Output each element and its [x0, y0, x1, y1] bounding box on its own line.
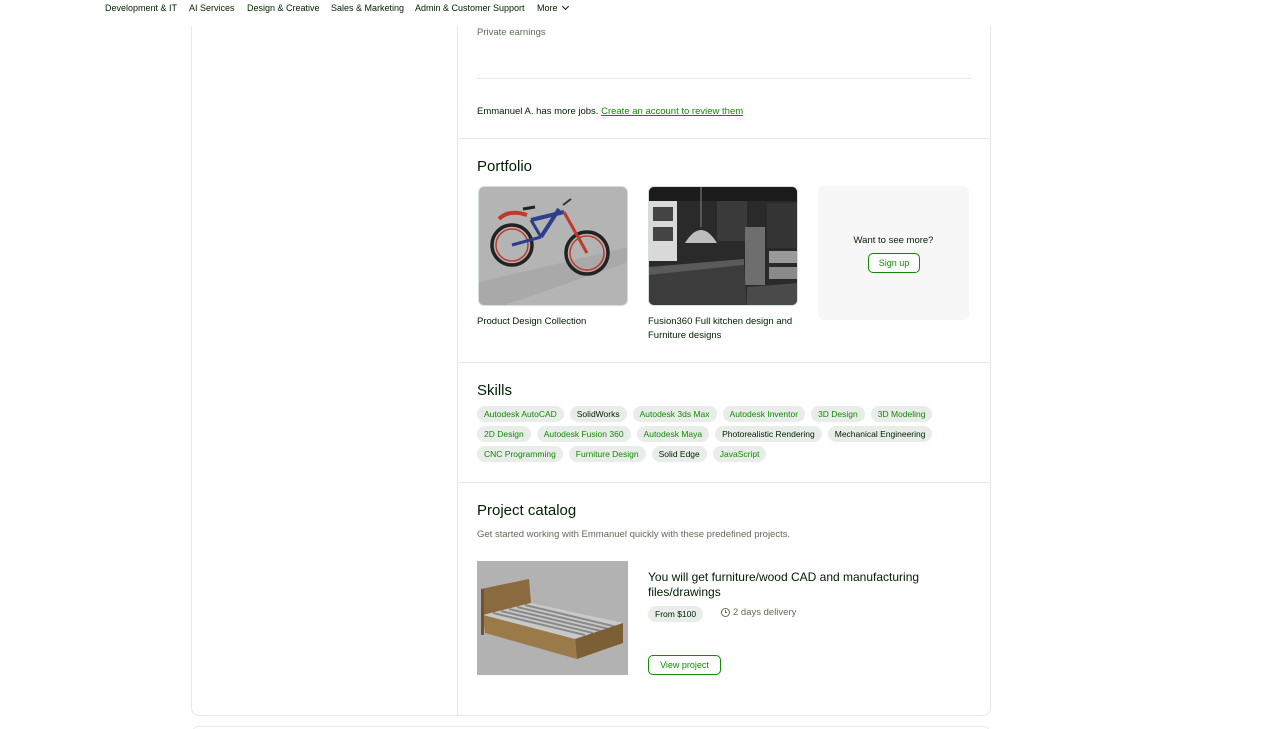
signup-button[interactable]: Sign up [868, 253, 920, 273]
portfolio-title[interactable]: Product Design Collection [477, 315, 627, 329]
delivery-label: 2 days delivery [733, 607, 797, 618]
skill-chip[interactable]: CNC Programming [477, 446, 563, 462]
skill-chip[interactable]: 3D Modeling [870, 406, 933, 422]
skill-chip[interactable]: 2D Design [477, 426, 531, 442]
skill-chip[interactable]: Mechanical Engineering [827, 426, 933, 442]
kitchen-render-image [649, 187, 797, 305]
portfolio-heading: Portfolio [477, 158, 533, 175]
portfolio-title[interactable]: Fusion360 Full kitchen design and Furnit… [648, 315, 798, 343]
clock-icon [721, 608, 730, 617]
skill-chip[interactable]: Furniture Design [568, 446, 646, 462]
chevron-down-icon [561, 2, 569, 11]
skill-chip[interactable]: JavaScript [712, 446, 767, 462]
project-catalog-subtitle: Get started working with Emmanuel quickl… [477, 529, 791, 540]
sidebar-divider [457, 26, 458, 715]
skills-heading: Skills [477, 382, 513, 399]
portfolio-thumbnail-kitchen[interactable] [648, 186, 798, 306]
divider [477, 78, 971, 79]
nav-more-menu[interactable]: More [537, 2, 569, 13]
skill-chip[interactable]: SolidWorks [569, 406, 627, 422]
nav-item-ai-services[interactable]: AI Services [189, 3, 235, 13]
private-earnings-label: Private earnings [477, 27, 546, 38]
section-divider [458, 482, 990, 483]
skill-chip[interactable]: Autodesk AutoCAD [477, 406, 564, 422]
skill-chip[interactable]: Solid Edge [651, 446, 707, 462]
project-thumbnail[interactable] [477, 561, 628, 675]
nav-item-sales-marketing[interactable]: Sales & Marketing [331, 3, 404, 13]
section-divider [458, 362, 990, 363]
bed-render-image [477, 561, 628, 675]
see-more-text: Want to see more? [853, 235, 934, 246]
skill-chip[interactable]: Autodesk Inventor [722, 406, 806, 422]
section-divider [458, 138, 990, 139]
project-title[interactable]: You will get furniture/wood CAD and manu… [648, 570, 968, 600]
nav-more-label: More [537, 3, 558, 13]
skill-chip[interactable]: Autodesk Fusion 360 [536, 426, 631, 442]
price-badge: From $100 [648, 606, 704, 622]
view-project-button[interactable]: View project [648, 655, 721, 675]
skill-chip[interactable]: 3D Design [811, 406, 865, 422]
more-jobs-notice: Emmanuel A. has more jobs. Create an acc… [477, 106, 743, 117]
nav-item-admin-support[interactable]: Admin & Customer Support [415, 3, 525, 13]
bicycle-render-image [479, 187, 627, 305]
top-nav: Development & IT AI Services Design & Cr… [0, 0, 1278, 26]
more-jobs-text: Emmanuel A. has more jobs. [477, 106, 599, 117]
project-catalog-heading: Project catalog [477, 502, 577, 519]
skill-chip[interactable]: Autodesk 3ds Max [632, 406, 717, 422]
create-account-link[interactable]: Create an account to review them [601, 106, 743, 117]
nav-item-design-creative[interactable]: Design & Creative [247, 3, 320, 13]
nav-item-development-it[interactable]: Development & IT [105, 3, 177, 13]
skill-chip[interactable]: Autodesk Maya [636, 426, 710, 442]
portfolio-thumbnail-bicycle[interactable] [478, 186, 628, 306]
delivery-time: 2 days delivery [721, 607, 796, 618]
skill-chip[interactable]: Photorealistic Rendering [715, 426, 822, 442]
skills-list: Autodesk AutoCAD SolidWorks Autodesk 3ds… [477, 406, 977, 462]
